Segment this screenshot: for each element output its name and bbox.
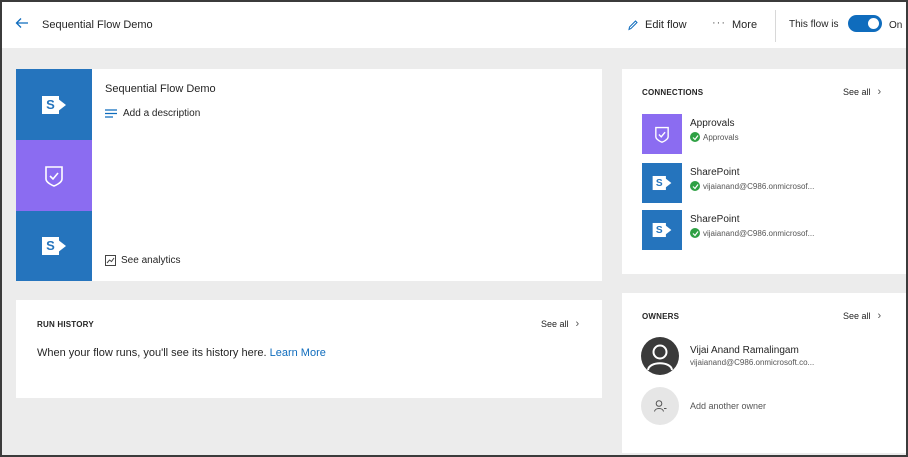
approvals-icon (45, 165, 63, 187)
connection-tile: S (642, 210, 682, 250)
connection-detail-text: vijaianand@C986.onmicrosof... (703, 228, 815, 238)
run-history-message: When your flow runs, you'll see its hist… (37, 347, 326, 359)
chart-icon (105, 255, 116, 266)
step-tile-sharepoint: S (16, 211, 92, 281)
flow-title: Sequential Flow Demo (105, 83, 216, 95)
owners-heading: OWNERS (642, 312, 680, 321)
sharepoint-icon: S (42, 236, 66, 256)
owners-see-all[interactable]: See all › (843, 310, 881, 322)
chevron-right-icon: › (877, 86, 882, 98)
check-circle-icon (690, 132, 700, 142)
chevron-right-icon: › (575, 318, 580, 330)
owner-text: Vijai Anand Ramalingam vijaianand@C986.o… (690, 345, 814, 367)
owner-name: Vijai Anand Ramalingam (690, 345, 799, 356)
learn-more-link[interactable]: Learn More (270, 347, 326, 359)
see-analytics-label: See analytics (121, 255, 181, 266)
check-circle-icon (690, 181, 700, 191)
see-analytics-link[interactable]: See analytics (105, 255, 180, 266)
back-arrow-icon[interactable] (14, 15, 30, 31)
connection-name: SharePoint (690, 167, 740, 178)
connection-tile: S (642, 163, 682, 203)
add-owner-row[interactable]: Add another owner (641, 387, 766, 425)
see-all-label: See all (843, 87, 871, 97)
flow-details-card (16, 69, 602, 281)
edit-flow-label: Edit flow (645, 19, 687, 31)
connection-detail: vijaianand@C986.onmicrosof... (690, 228, 814, 238)
sharepoint-icon: S (652, 175, 672, 191)
see-all-label: See all (843, 311, 871, 321)
add-owner-label[interactable]: Add another owner (690, 401, 766, 411)
edit-flow-button[interactable]: Edit flow (627, 17, 687, 33)
owner-email: vijaianand@C986.onmicrosoft.co... (690, 358, 815, 367)
chevron-right-icon: › (877, 310, 882, 322)
run-history-text: When your flow runs, you'll see its hist… (37, 347, 267, 359)
connection-tile (642, 114, 682, 154)
add-description-label: Add a description (123, 108, 201, 119)
divider (775, 10, 776, 42)
more-label: More (732, 19, 758, 31)
connection-name: Approvals (690, 118, 735, 129)
toggle-knob (868, 18, 879, 29)
add-person-icon[interactable] (641, 387, 679, 425)
flow-on-toggle[interactable] (848, 15, 882, 32)
toggle-state-label: On (889, 20, 903, 31)
connection-detail: vijaianand@C986.onmicrosof... (690, 181, 814, 191)
ellipsis-icon: ··· (712, 17, 726, 29)
check-circle-icon (690, 228, 700, 238)
more-button[interactable]: ··· More (712, 17, 758, 31)
connections-heading: CONNECTIONS (642, 88, 704, 97)
connection-item[interactable]: S SharePoint vijaianand@C986.onmicrosof.… (642, 210, 814, 250)
connection-detail-text: Approvals (703, 132, 739, 142)
owner-item[interactable]: Vijai Anand Ramalingam vijaianand@C986.o… (641, 337, 814, 375)
add-description-link[interactable]: Add a description (105, 108, 200, 119)
sharepoint-icon: S (652, 222, 672, 238)
sharepoint-icon: S (42, 95, 66, 115)
top-bar: Sequential Flow Demo Edit flow ··· More … (2, 2, 906, 48)
see-all-label: See all (541, 319, 569, 329)
page-title: Sequential Flow Demo (42, 19, 153, 31)
connection-detail: Approvals (690, 132, 739, 142)
step-tile-sharepoint: S (16, 69, 92, 140)
avatar-icon (641, 337, 679, 375)
connections-see-all[interactable]: See all › (843, 86, 881, 98)
connection-name: SharePoint (690, 214, 740, 225)
run-history-heading: RUN HISTORY (37, 320, 94, 329)
step-tile-approvals (16, 140, 92, 211)
description-icon (105, 109, 117, 118)
connection-text: SharePoint vijaianand@C986.onmicrosof... (690, 167, 814, 203)
connection-item[interactable]: S SharePoint vijaianand@C986.onmicrosof.… (642, 163, 814, 203)
connection-item[interactable]: Approvals Approvals (642, 114, 739, 154)
app-frame: Sequential Flow Demo Edit flow ··· More … (0, 0, 908, 457)
approvals-icon (655, 126, 669, 143)
connection-detail-text: vijaianand@C986.onmicrosof... (703, 181, 815, 191)
connection-text: Approvals Approvals (690, 118, 739, 154)
run-history-see-all[interactable]: See all › (541, 318, 579, 330)
pencil-icon (628, 20, 638, 31)
flow-status-label: This flow is (789, 19, 839, 30)
connection-text: SharePoint vijaianand@C986.onmicrosof... (690, 214, 814, 250)
